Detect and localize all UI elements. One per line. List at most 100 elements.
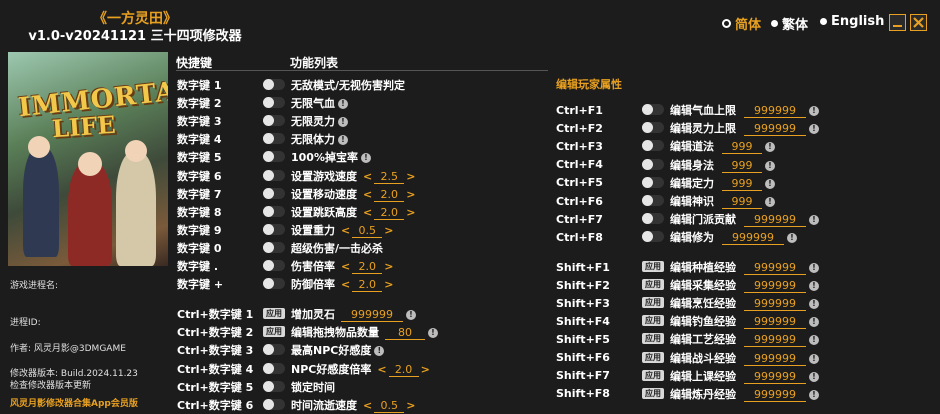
toggle-switch[interactable] [642, 158, 664, 170]
decrease-arrow[interactable]: < [363, 170, 372, 183]
value-input[interactable]: 999999 [744, 315, 806, 330]
toggle-switch[interactable] [263, 115, 285, 127]
decrease-arrow[interactable]: < [363, 399, 372, 412]
hotkey-label: Ctrl+F7 [556, 212, 603, 226]
apply-button[interactable]: 应用 [642, 387, 664, 399]
value-input[interactable]: 999 [722, 140, 762, 155]
increase-arrow[interactable]: > [406, 170, 415, 183]
decrease-arrow[interactable]: < [363, 188, 372, 201]
toggle-switch[interactable] [263, 380, 285, 392]
decrease-arrow[interactable]: < [341, 260, 350, 273]
apply-button[interactable]: 应用 [642, 297, 664, 309]
apply-button[interactable]: 应用 [642, 351, 664, 363]
hotkey-label: 数字键 0 [177, 241, 222, 255]
function-name: 100%掉宝率 [291, 151, 358, 165]
function-label: NPC好感度倍率 <2.0 > [291, 361, 432, 377]
toggle-switch[interactable] [642, 213, 664, 225]
toggle-switch[interactable] [642, 140, 664, 152]
toggle-switch[interactable] [263, 79, 285, 90]
apply-button[interactable]: 应用 [263, 308, 285, 319]
hotkey-label: Shift+F1 [556, 260, 610, 274]
toggle-switch[interactable] [263, 344, 285, 356]
increase-arrow[interactable]: > [406, 188, 415, 201]
toggle-switch[interactable] [642, 176, 664, 188]
toggle-switch[interactable] [263, 187, 285, 199]
increase-arrow[interactable]: > [421, 363, 430, 376]
value-input[interactable]: 999999 [744, 261, 806, 275]
apply-button[interactable]: 应用 [642, 261, 664, 272]
toggle-switch[interactable] [263, 97, 285, 109]
toggle-switch[interactable] [263, 399, 285, 410]
apply-button[interactable]: 应用 [642, 315, 664, 327]
info-icon: ! [360, 153, 371, 164]
lang-traditional[interactable]: 繁体 [771, 14, 808, 33]
increase-arrow[interactable]: > [384, 278, 393, 291]
value-input[interactable]: 999999 [341, 308, 403, 322]
value-input[interactable]: 999999 [744, 213, 806, 228]
function-label: 无限灵力! [291, 113, 348, 129]
value-input[interactable]: 999 [722, 177, 762, 191]
decrease-arrow[interactable]: < [363, 206, 372, 219]
hotkey-label: Shift+F6 [556, 351, 610, 364]
function-label: 编辑神识 999! [670, 193, 775, 209]
function-label: 增加灵石 999999! [291, 306, 416, 322]
check-update-link[interactable]: 检查修改器版本更新 [10, 378, 91, 391]
hotkey-label: Ctrl+数字键 1 [177, 308, 254, 321]
hotkey-label: 数字键 . [177, 260, 219, 273]
info-icon: ! [809, 281, 819, 292]
increase-arrow[interactable]: > [384, 260, 393, 273]
value-input[interactable]: 999999 [744, 352, 806, 366]
increase-arrow[interactable]: > [406, 399, 415, 412]
hotkey-label: Shift+F5 [556, 332, 610, 346]
info-icon: ! [765, 178, 775, 189]
toggle-switch[interactable] [642, 122, 664, 134]
toggle-switch[interactable] [263, 362, 285, 374]
value-input[interactable]: 999999 [744, 297, 806, 312]
function-row: Shift+F5 应用 编辑工艺经验 999999! [556, 330, 936, 348]
hotkey-label: Ctrl+F1 [556, 103, 603, 117]
value-input[interactable]: 999999 [744, 279, 806, 294]
minimize-button[interactable] [889, 14, 906, 31]
decrease-arrow[interactable]: < [341, 224, 350, 237]
value-input[interactable]: 999999 [744, 370, 806, 384]
hotkey-label: Shift+F2 [556, 278, 610, 292]
app-member-link[interactable]: 风灵月影修改器合集App会员版 [10, 396, 138, 409]
function-label: 编辑上课经验 999999! [670, 368, 819, 384]
toggle-switch[interactable] [263, 169, 285, 181]
value-input[interactable]: 80 [385, 326, 425, 341]
toggle-switch[interactable] [263, 151, 285, 163]
function-row: 数字键 3 无限灵力! [177, 112, 547, 130]
function-name: 无限灵力 [291, 115, 335, 129]
increase-arrow[interactable]: > [384, 224, 393, 237]
value-input[interactable]: 999999 [744, 122, 806, 137]
increase-arrow[interactable]: > [406, 206, 415, 219]
toggle-switch[interactable] [263, 260, 285, 271]
apply-button[interactable]: 应用 [642, 333, 664, 345]
function-row: 数字键 2 无限气血! [177, 94, 547, 112]
value-input[interactable]: 999 [722, 159, 762, 173]
close-button[interactable] [910, 14, 927, 31]
toggle-switch[interactable] [263, 223, 285, 235]
lang-simplified[interactable]: 简体 [722, 14, 761, 33]
hotkey-label: Shift+F4 [556, 314, 610, 328]
decrease-arrow[interactable]: < [377, 363, 386, 376]
apply-button[interactable]: 应用 [642, 279, 664, 291]
apply-button[interactable]: 应用 [263, 326, 285, 338]
toggle-switch[interactable] [263, 205, 285, 217]
value-input[interactable]: 999999 [744, 333, 806, 348]
function-name: 编辑身法 [670, 158, 714, 172]
lang-english[interactable]: English [820, 14, 884, 29]
toggle-switch[interactable] [642, 231, 664, 243]
radio-icon [820, 18, 827, 25]
value-input[interactable]: 999999 [722, 231, 784, 246]
value-input[interactable]: 999999 [744, 388, 806, 402]
value-input[interactable]: 999999 [744, 104, 806, 118]
toggle-switch[interactable] [642, 195, 664, 206]
toggle-switch[interactable] [263, 278, 285, 290]
value-input[interactable]: 999 [722, 195, 762, 209]
toggle-switch[interactable] [263, 241, 285, 253]
toggle-switch[interactable] [642, 104, 664, 115]
toggle-switch[interactable] [263, 133, 285, 145]
apply-button[interactable]: 应用 [642, 369, 664, 381]
decrease-arrow[interactable]: < [341, 278, 350, 291]
